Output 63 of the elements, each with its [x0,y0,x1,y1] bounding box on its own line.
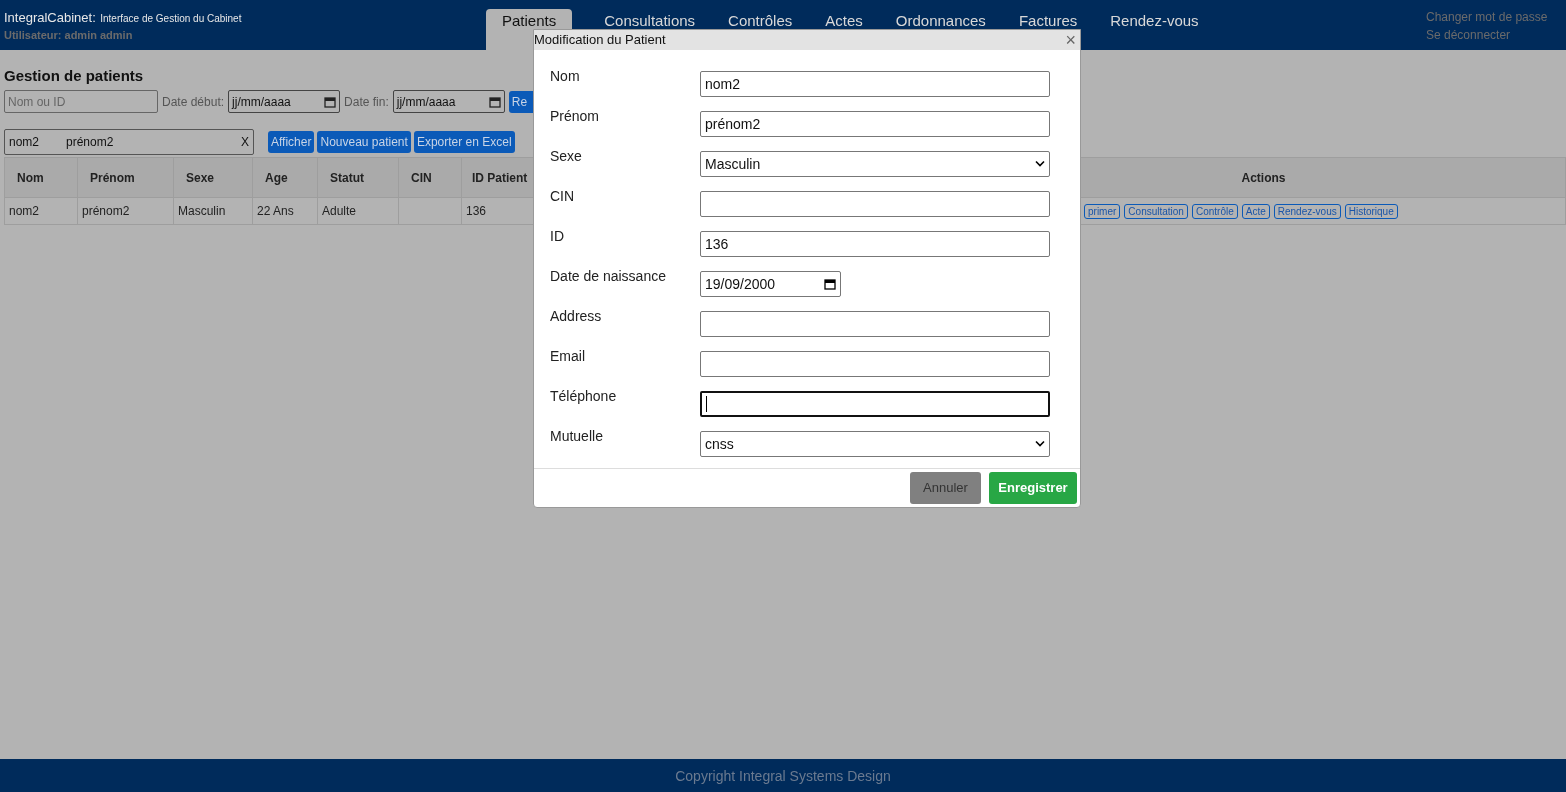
action-button[interactable]: Historique [1344,203,1398,219]
column-header: CIN [398,157,462,198]
column-header: Age [252,157,318,198]
text-field[interactable] [700,310,1050,337]
copyright-text: Copyright Integral Systems Design [675,767,891,784]
toolbar-button[interactable]: Afficher [268,131,315,153]
calendar-icon [488,95,501,108]
calendar-icon [324,95,337,108]
text-field[interactable]: nom2 [700,70,1050,97]
close-button[interactable]: × [1065,31,1076,49]
table-cell: Adulte [317,197,399,225]
select-field[interactable]: Masculin [700,150,1050,177]
field-label: Nom [550,67,581,84]
text-field[interactable] [700,190,1050,217]
text-field[interactable] [700,350,1050,377]
column-header: Nom [4,157,78,198]
field-label: Date de naissance [550,267,667,284]
action-button[interactable]: Consultation [1124,203,1188,219]
page-title: Gestion de patients [4,67,144,84]
field-label: Prénom [550,107,601,124]
toolbar-button[interactable]: Exporter en Excel [413,131,515,153]
table-cell: prénom2 [77,197,174,225]
table-cell: Masculin [173,197,253,225]
field-label: Email [550,347,586,364]
column-header: Sexe [173,157,253,198]
text-field[interactable] [700,390,1050,417]
clear-button[interactable]: X [241,135,249,149]
user-label: Utilisateur: admin admin [4,28,134,43]
nav-tab[interactable]: Rendez-vous [1094,9,1215,50]
select-field[interactable]: cnss [700,430,1050,457]
app-name: IntegralCabinet: [4,10,96,25]
start-date-label: Date début: [162,94,225,109]
end-date-field[interactable]: jj/mm/aaaa [392,90,505,113]
table-cell: nom2 [4,197,78,225]
field-label: Address [550,307,603,324]
app-subtitle: Interface de Gestion du Cabinet [100,13,242,24]
field-label: Mutuelle [550,427,604,444]
cancel-button[interactable]: Annuler [910,472,981,504]
text-field[interactable]: 136 [700,230,1050,257]
start-date-field[interactable]: jj/mm/aaaa [228,90,341,113]
action-button[interactable]: primer [1084,203,1121,219]
account-link[interactable]: Se déconnecter [1426,28,1511,42]
account-link[interactable]: Changer mot de passe [1426,10,1548,24]
text-field[interactable]: prénom2 [700,110,1050,137]
action-button[interactable]: Rendez-vous [1273,203,1341,219]
chevron-down-icon [1035,160,1045,168]
column-header: Statut [317,157,399,198]
toolbar-button[interactable]: Nouveau patient [317,131,411,153]
table-cell: 22 Ans [252,197,318,225]
action-button[interactable]: Acte [1241,203,1270,219]
end-date-label: Date fin: [344,94,389,109]
column-header: Prénom [77,157,174,198]
calendar-icon [824,277,836,290]
action-button[interactable]: Contrôle [1191,203,1238,219]
chevron-down-icon [1035,440,1045,448]
selected-nom: nom2 [9,135,41,149]
selected-prenom: prénom2 [66,135,114,149]
search-field[interactable]: Nom ou ID [4,90,158,113]
field-label: ID [550,227,565,244]
save-button[interactable]: Enregistrer [989,472,1077,504]
selected-patient-field[interactable]: nom2 prénom2 X [4,129,254,155]
field-label: Téléphone [550,387,618,404]
date-field[interactable]: 19/09/2000 [700,270,841,297]
